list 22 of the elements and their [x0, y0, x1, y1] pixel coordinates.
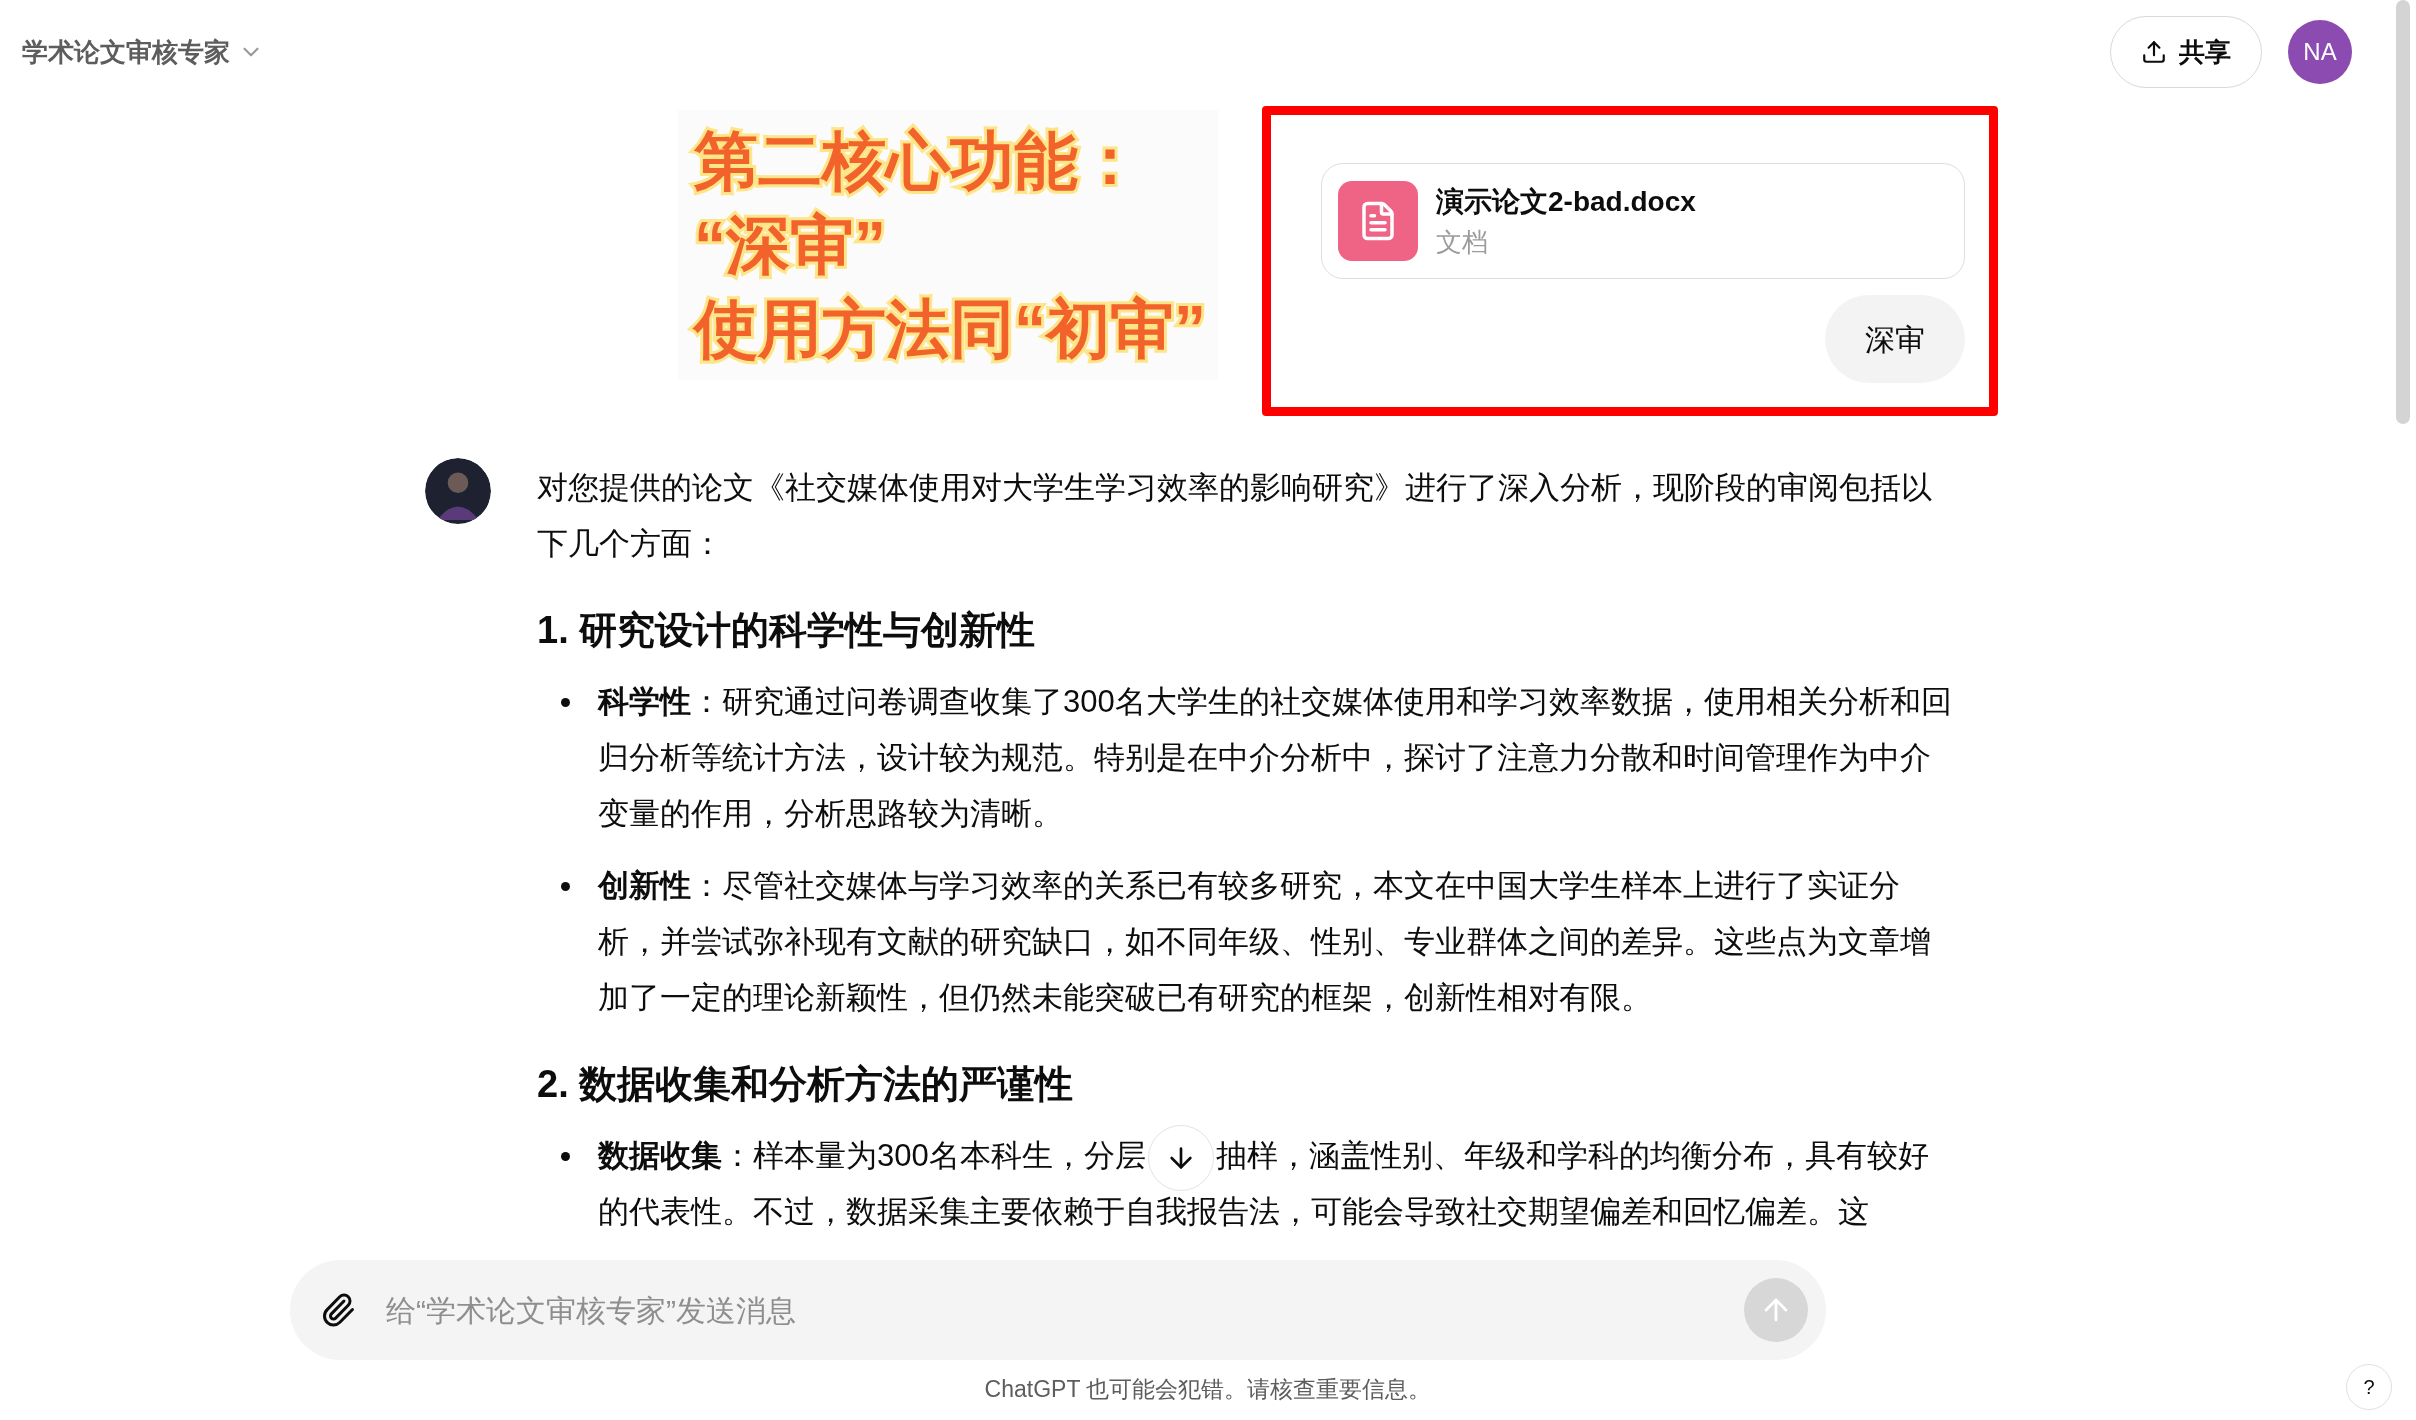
section-heading: 1. 研究设计的科学性与创新性 — [537, 608, 1037, 653]
message-composer[interactable]: 给“学术论文审核专家”发送消息 — [290, 1260, 1826, 1360]
paperclip-icon[interactable] — [320, 1292, 356, 1328]
annotation-text: 使用方法同“初审” — [694, 292, 1207, 367]
bullet-text: 数据收集：样本量为300名本科生，分层 抽样，涵盖性别、年级和学科的均衡分布，具有较好的代表性。不过，数据采集主要依赖于自我报告法，可能会导致社交期望偏差和回忆偏差。这 — [598, 1128, 1955, 1240]
help-button[interactable]: ? — [2346, 1364, 2392, 1410]
annotation-text: 第二核心功能： — [694, 124, 1143, 199]
model-selector[interactable]: 学术论文审核专家 — [22, 32, 264, 72]
annotation-text: “深审” — [694, 208, 887, 283]
document-icon — [1338, 181, 1418, 261]
file-name: 演示论文2-bad.docx — [1436, 184, 1696, 219]
message-field[interactable]: 给“学术论文审核专家”发送消息 — [386, 1287, 1744, 1333]
bullet-text: 科学性：研究通过问卷调查收集了300名大学生的社交媒体使用和学习效率数据，使用相关分析和回归分析等统计方法，设计较为规范。特别是在中介分析中，探讨了注意力分散和时间管理作为中介变量的作用，分析思路较为清晰。 — [598, 683, 1953, 833]
bullet-text: 创新性：尽管社交媒体与学习效率的关系已有较多研究，本文在中国大学生样本上进行了实证分析，并尝试弥补现有文献的研究缺口，如不同年级、性别、专业群体之间的差异。这些点为文章增加了一定的理论新颖性，但仍然未能突破已有研究的框架，创新性相对有限。 — [598, 867, 1932, 1017]
user-avatar[interactable]: NA — [2288, 20, 2352, 84]
disclaimer-text: ChatGPT 也可能会犯错。请核查重要信息。 — [984, 1374, 1432, 1404]
assistant-avatar — [425, 458, 491, 524]
reply-paragraph: 对您提供的论文《社交媒体使用对大学生学习效率的影响研究》进行了深入分析，现阶段的审阅包括以下几个方面： — [537, 469, 1933, 563]
file-type: 文档 — [1436, 225, 1489, 259]
user-message: 深审 — [1825, 295, 1965, 383]
share-icon — [2141, 39, 2167, 65]
section-heading: 2. 数据收集和分析方法的严谨性 — [537, 1062, 1075, 1107]
